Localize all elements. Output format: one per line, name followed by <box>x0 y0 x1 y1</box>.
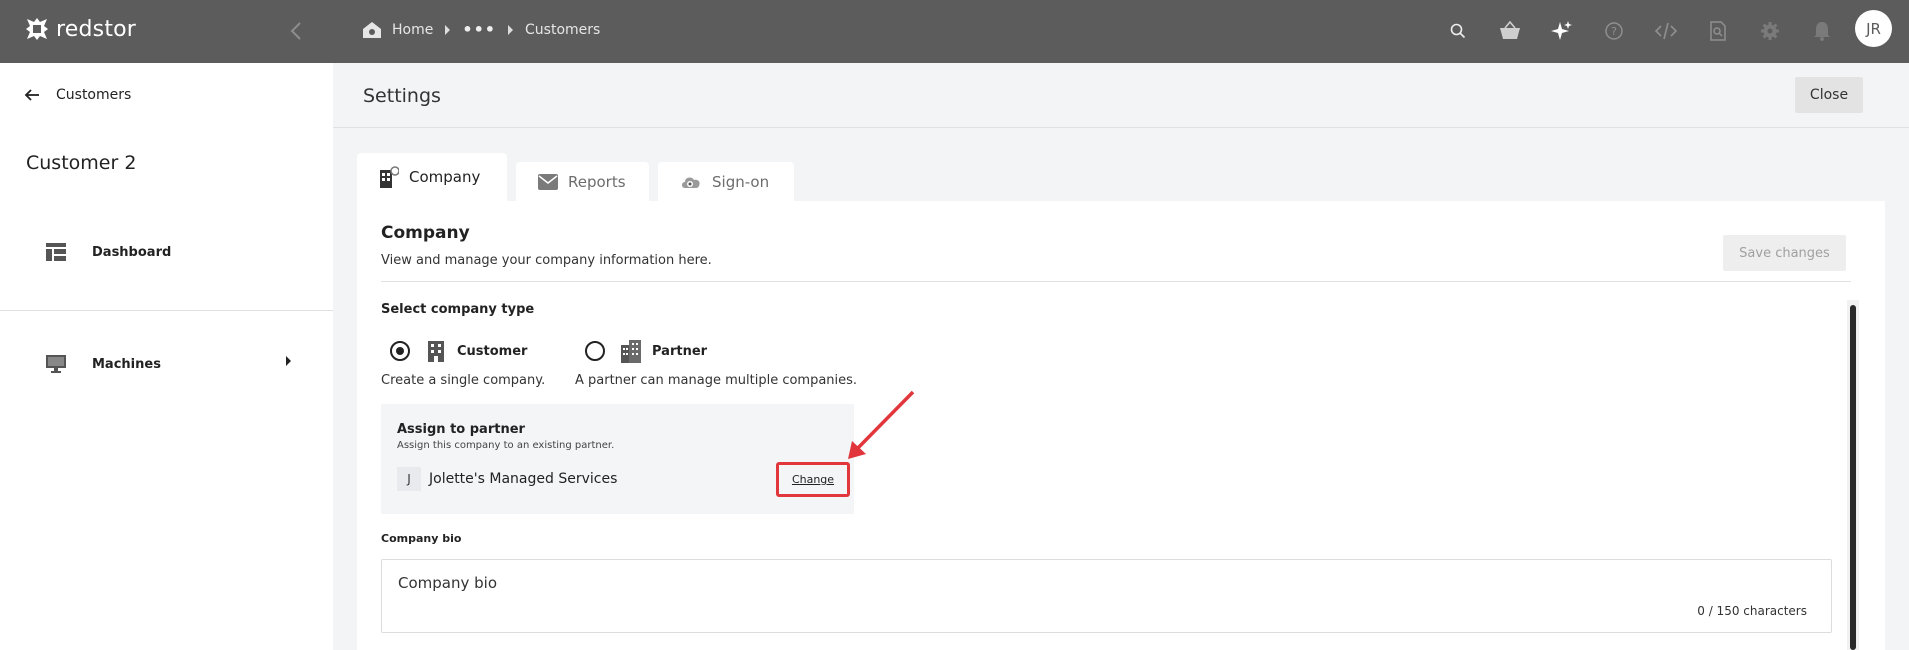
help-icon: ? <box>1605 22 1623 40</box>
basket-button[interactable] <box>1495 16 1525 46</box>
change-highlight-box: Change <box>776 462 850 497</box>
company-panel: Company View and manage your company inf… <box>357 201 1885 650</box>
expand-caret-icon[interactable] <box>286 356 291 366</box>
sidebar-divider <box>0 310 333 311</box>
chevron-left-icon <box>290 22 301 40</box>
monitor-icon <box>46 355 66 373</box>
redstor-logo-icon <box>26 18 48 40</box>
breadcrumb-home[interactable]: Home <box>362 21 433 39</box>
breadcrumb: Home ••• Customers <box>362 20 600 39</box>
section-divider <box>381 281 1851 282</box>
breadcrumb-ellipsis[interactable]: ••• <box>462 20 496 39</box>
logo-text: redstor <box>56 16 137 42</box>
building-icon <box>428 341 444 362</box>
cloud-key-icon <box>682 177 700 188</box>
tab-label: Sign-on <box>712 172 770 191</box>
company-bio-label: Company bio <box>381 532 462 545</box>
developer-button[interactable] <box>1651 16 1681 46</box>
assign-title: Assign to partner <box>397 422 525 437</box>
breadcrumb-separator <box>445 24 451 35</box>
sidebar-item-dashboard[interactable]: Dashboard <box>46 243 171 261</box>
page-header: Settings Close <box>333 63 1909 128</box>
assign-subtitle: Assign this company to an existing partn… <box>397 440 615 451</box>
company-bio-placeholder: Company bio <box>398 574 497 592</box>
document-search-button[interactable] <box>1703 16 1733 46</box>
change-partner-link[interactable]: Change <box>792 473 834 486</box>
dashboard-icon <box>46 243 66 261</box>
section-title: Company <box>381 223 470 243</box>
partner-initial-badge: J <box>397 467 421 491</box>
partner-radio[interactable] <box>585 341 605 361</box>
search-button[interactable] <box>1443 16 1473 46</box>
breadcrumb-separator <box>508 24 514 35</box>
top-icon-bar: ? <box>1443 16 1859 46</box>
customer-radio[interactable] <box>390 341 410 361</box>
sparkle-icon <box>1551 21 1572 40</box>
tab-reports[interactable]: Reports <box>516 162 649 201</box>
back-to-customers-link[interactable]: Customers <box>24 87 131 103</box>
customer-name: Customer 2 <box>26 152 137 174</box>
assign-partner-card: Assign to partner Assign this company to… <box>381 404 854 514</box>
customer-option-label[interactable]: Customer <box>457 344 527 359</box>
company-bio-field[interactable]: Company bio 0 / 150 characters <box>381 559 1832 633</box>
partner-name: Jolette's Managed Services <box>429 471 618 487</box>
arrow-left-icon <box>24 89 39 101</box>
breadcrumb-current[interactable]: Customers <box>525 22 600 38</box>
save-changes-button[interactable]: Save changes <box>1723 235 1846 271</box>
buildings-icon <box>621 340 641 363</box>
notifications-button[interactable] <box>1807 16 1837 46</box>
sidebar-item-label: Machines <box>92 356 161 372</box>
collapse-sidebar-button[interactable] <box>286 20 306 42</box>
search-icon <box>1450 23 1466 39</box>
help-button[interactable]: ? <box>1599 16 1629 46</box>
code-icon <box>1655 22 1677 40</box>
partner-option-label[interactable]: Partner <box>652 344 707 359</box>
back-label: Customers <box>56 87 132 103</box>
tab-label: Reports <box>568 172 626 191</box>
user-avatar[interactable]: JR <box>1855 10 1892 47</box>
sidebar-item-machines[interactable]: Machines <box>46 355 161 373</box>
page-title: Settings <box>363 85 441 107</box>
character-counter: 0 / 150 characters <box>1697 604 1807 618</box>
sidebar: Customers Customer 2 Dashboard Machines <box>0 63 333 650</box>
company-type-label: Select company type <box>381 302 535 317</box>
sidebar-item-label: Dashboard <box>92 244 172 260</box>
ai-assistant-button[interactable] <box>1547 16 1577 46</box>
section-subtitle: View and manage your company information… <box>381 253 712 268</box>
home-icon <box>363 21 381 38</box>
scrollbar-thumb[interactable] <box>1850 305 1856 650</box>
envelope-icon <box>538 173 558 190</box>
tab-company[interactable]: Company <box>357 153 507 201</box>
svg-text:?: ? <box>1611 25 1617 38</box>
gear-icon <box>1761 22 1779 40</box>
document-search-icon <box>1710 21 1726 41</box>
settings-button[interactable] <box>1755 16 1785 46</box>
partner-option-description: A partner can manage multiple companies. <box>575 373 858 388</box>
customer-option-description: Create a single company. <box>381 373 546 388</box>
close-button[interactable]: Close <box>1795 77 1863 113</box>
bell-icon <box>1814 22 1830 41</box>
breadcrumb-home-label: Home <box>392 21 434 38</box>
tab-label: Company <box>409 168 481 186</box>
basket-icon <box>1500 21 1520 39</box>
logo[interactable]: redstor <box>24 16 136 42</box>
tab-sign-on[interactable]: Sign-on <box>658 162 794 201</box>
top-bar: redstor Home ••• Customers ? JR <box>0 0 1909 63</box>
building-icon <box>380 166 399 188</box>
